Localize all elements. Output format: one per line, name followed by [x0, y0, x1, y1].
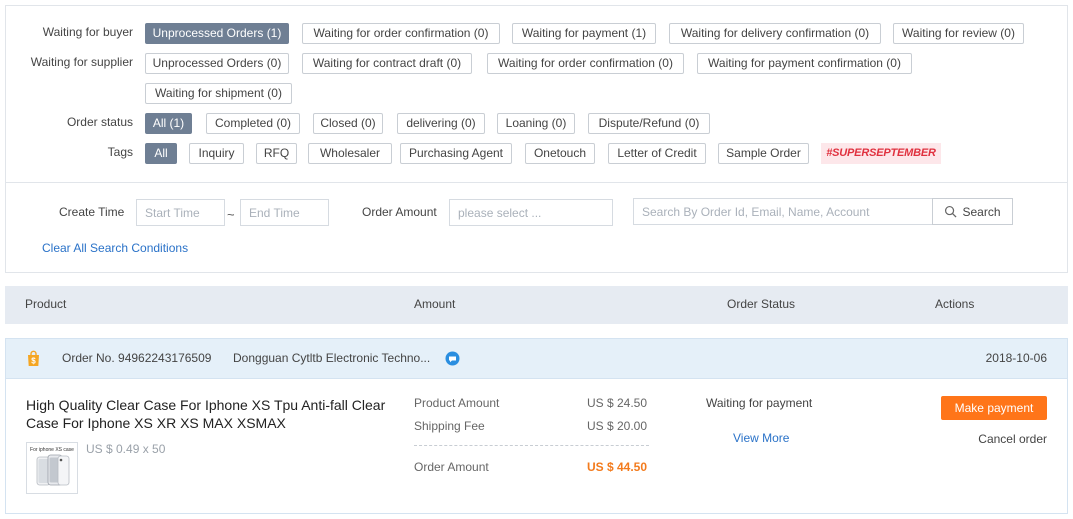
chip-status-dispute-refund[interactable]: Dispute/Refund (0) [588, 113, 710, 134]
cancel-order-link[interactable]: Cancel order [978, 432, 1047, 446]
shopping-bag-icon: $ [28, 350, 39, 366]
product-amount-value: US $ 24.50 [586, 396, 647, 410]
unit-price-quantity: US $ 0.49 x 50 [86, 442, 166, 456]
shipping-fee-value: US $ 20.00 [586, 419, 647, 433]
header-order-status: Order Status [727, 297, 796, 311]
date-range-separator: ~ [227, 207, 235, 222]
chip-buyer-review[interactable]: Waiting for review (0) [893, 23, 1024, 44]
end-time-input[interactable] [240, 199, 329, 226]
order-info-bar: $ Order No. 94962243176509 Dongguan Cytl… [6, 339, 1067, 379]
product-amount-label: Product Amount [414, 396, 500, 410]
chip-status-delivering[interactable]: delivering (0) [397, 113, 485, 134]
order-number[interactable]: Order No. 94962243176509 [62, 351, 211, 365]
tags-label: Tags [107, 145, 133, 159]
chip-supplier-payment-confirmation[interactable]: Waiting for payment confirmation (0) [697, 53, 912, 74]
chip-tag-purchasing-agent[interactable]: Purchasing Agent [400, 143, 512, 164]
product-title[interactable]: High Quality Clear Case For Iphone XS Tp… [26, 396, 396, 432]
header-amount: Amount [414, 297, 456, 311]
chip-supplier-order-confirmation[interactable]: Waiting for order confirmation (0) [487, 53, 684, 74]
order-amount-label: Order Amount [362, 205, 437, 219]
chip-tag-wholesaler[interactable]: Wholesaler [308, 143, 392, 164]
thumbnail-caption: For iphone XS case [30, 447, 74, 453]
phone-case-image: For iphone XS case [27, 443, 77, 493]
order-amount-select[interactable] [449, 199, 613, 226]
shipping-fee-label: Shipping Fee [414, 419, 485, 433]
product-thumbnail[interactable]: For iphone XS case [26, 442, 78, 494]
search-button-label: Search [962, 204, 1001, 219]
supplier-name[interactable]: Dongguan Cytltb Electronic Techno... [233, 351, 430, 365]
waiting-for-supplier-label: Waiting for supplier [30, 55, 133, 69]
chip-supplier-shipment[interactable]: Waiting for shipment (0) [145, 83, 292, 104]
chip-tag-inquiry[interactable]: Inquiry [189, 143, 244, 164]
filter-panel: Waiting for buyer Unprocessed Orders (1)… [5, 5, 1068, 273]
order-status-label: Order status [66, 115, 133, 129]
chip-status-completed[interactable]: Completed (0) [206, 113, 300, 134]
chip-supplier-unprocessed-orders[interactable]: Unprocessed Orders (0) [145, 53, 289, 74]
header-actions: Actions [935, 297, 975, 311]
svg-text:$: $ [31, 357, 36, 366]
search-icon [945, 205, 958, 218]
order-card: $ Order No. 94962243176509 Dongguan Cytl… [5, 338, 1068, 514]
order-date: 2018-10-06 [985, 351, 1047, 365]
amount-divider [414, 445, 649, 446]
view-more-link[interactable]: View More [733, 431, 789, 445]
chip-buyer-unprocessed-orders[interactable]: Unprocessed Orders (1) [145, 23, 289, 44]
clear-search-conditions-link[interactable]: Clear All Search Conditions [42, 241, 188, 255]
create-time-label: Create Time [59, 205, 125, 219]
make-payment-button[interactable]: Make payment [941, 396, 1047, 420]
chip-supplier-contract-draft[interactable]: Waiting for contract draft (0) [302, 53, 472, 74]
chip-status-loaning[interactable]: Loaning (0) [497, 113, 575, 134]
chip-buyer-delivery-confirmation[interactable]: Waiting for delivery confirmation (0) [669, 23, 881, 44]
chip-tag-all[interactable]: All [145, 143, 177, 164]
chip-tag-rfq[interactable]: RFQ [256, 143, 297, 164]
chip-tag-sample-order[interactable]: Sample Order [718, 143, 809, 164]
order-status-text: Waiting for payment [706, 396, 813, 410]
order-amount-total-label: Order Amount [414, 460, 489, 474]
order-amount-total-value: US $ 44.50 [586, 460, 647, 474]
chip-tag-onetouch[interactable]: Onetouch [525, 143, 595, 164]
chip-buyer-order-confirmation[interactable]: Waiting for order confirmation (0) [302, 23, 500, 44]
chip-status-closed[interactable]: Closed (0) [313, 113, 383, 134]
order-search-input[interactable] [633, 198, 933, 225]
start-time-input[interactable] [136, 199, 225, 226]
waiting-for-buyer-label: Waiting for buyer [42, 25, 133, 39]
panel-divider [6, 182, 1067, 183]
promo-tag-superseptember[interactable]: #SUPERSEPTEMBER [821, 143, 941, 164]
chat-icon[interactable] [445, 351, 460, 366]
chip-buyer-payment[interactable]: Waiting for payment (1) [512, 23, 656, 44]
chip-status-all[interactable]: All (1) [145, 113, 192, 134]
header-product: Product [25, 297, 67, 311]
chip-tag-letter-of-credit[interactable]: Letter of Credit [608, 143, 706, 164]
search-button[interactable]: Search [932, 198, 1013, 225]
orders-table-header: Product Amount Order Status Actions [5, 286, 1068, 324]
